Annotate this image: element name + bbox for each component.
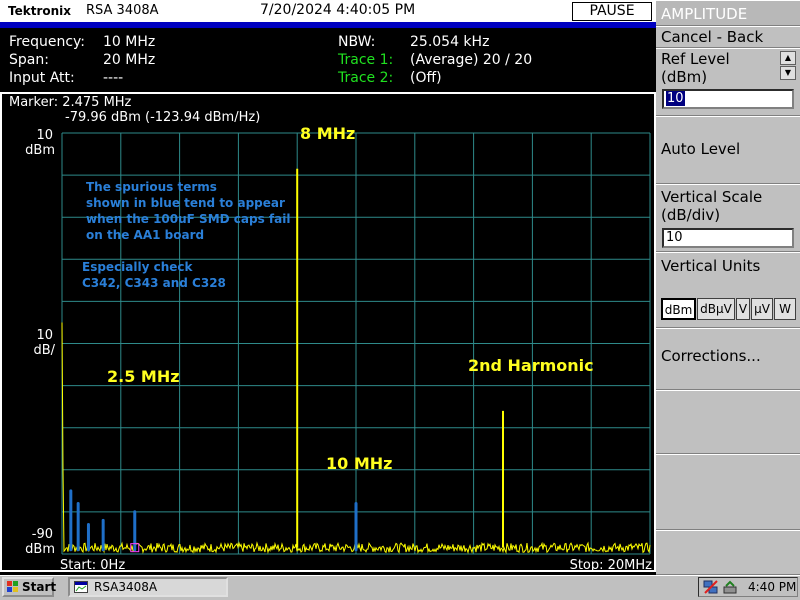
unit-dbm-button[interactable]: dBm (661, 298, 696, 320)
corrections-button[interactable]: Corrections... (656, 328, 800, 390)
check-line-1: Especially check (82, 260, 194, 274)
unit-uv-button[interactable]: µV (751, 298, 773, 320)
note-line-4: on the AA1 board (86, 228, 204, 242)
cancel-back-button[interactable]: Cancel - Back (656, 26, 800, 48)
start-label: Start (22, 580, 57, 594)
bottom-level-value: -90 (32, 527, 53, 542)
ref-level-title: Ref Level (661, 50, 730, 68)
corrections-label: Corrections... (661, 347, 761, 365)
menu-header: AMPLITUDE (656, 0, 800, 26)
task-label: RSA3408A (94, 580, 158, 594)
empty-softkey-1[interactable] (656, 390, 800, 454)
ref-level-input[interactable]: 10 (662, 89, 794, 109)
menu-header-label: AMPLITUDE (661, 5, 748, 23)
marker-readout-frequency: Marker: 2.475 MHz (9, 95, 132, 110)
vertical-scale-title: Vertical Scale (661, 188, 763, 206)
start-frequency: Start: 0Hz (60, 558, 125, 573)
ref-level-up-button[interactable]: ▲ (780, 51, 796, 65)
annotation-8mhz: 8 MHz (300, 124, 355, 143)
ref-level-unit-label: (dBm) (661, 68, 708, 86)
vertical-units-title: Vertical Units (661, 257, 761, 275)
empty-softkey-2[interactable] (656, 454, 800, 530)
unit-w-button[interactable]: W (774, 298, 796, 320)
auto-level-label: Auto Level (661, 140, 741, 158)
network-icon[interactable] (703, 579, 719, 595)
ref-level-down-button[interactable]: ▼ (780, 66, 796, 80)
vertical-scale-unit-label: (dB/div) (661, 206, 721, 224)
amplitude-menu: AMPLITUDE Cancel - Back Ref Level (dBm) … (656, 0, 800, 575)
ref-level-value: 10 (36, 128, 53, 143)
marker-readout-level: -79.96 dBm (-123.94 dBm/Hz) (65, 110, 260, 125)
bottom-level-unit: dBm (25, 542, 55, 557)
spectrum-plot: Marker: 2.475 MHz -79.96 dBm (-123.94 dB… (9, 95, 653, 573)
vertical-scale-panel[interactable]: Vertical Scale (dB/div) 10 (656, 184, 800, 252)
note-line-1: The spurious terms (86, 180, 217, 194)
app-window-icon (74, 581, 88, 593)
unit-dbuv-button[interactable]: dBµV (697, 298, 735, 320)
note-line-3: when the 100uF SMD caps fail (86, 212, 290, 226)
auto-level-button[interactable]: Auto Level (656, 116, 800, 184)
ref-level-panel[interactable]: Ref Level (dBm) 10 (656, 48, 800, 116)
start-button[interactable]: Start (2, 577, 57, 597)
taskbar-clock: 4:40 PM (748, 580, 797, 594)
cancel-back-label: Cancel - Back (661, 28, 764, 46)
vertical-scale-input[interactable]: 10 (662, 228, 794, 248)
ref-level-input-value: 10 (666, 91, 685, 106)
windows-logo-icon (7, 581, 19, 593)
empty-softkey-3[interactable] (656, 530, 800, 575)
stop-frequency: Stop: 20MHz (570, 558, 653, 573)
note-line-2: shown in blue tend to appear (86, 196, 285, 210)
taskbar-app-rsa3408a[interactable]: RSA3408A (68, 577, 228, 597)
connection-icon[interactable] (722, 579, 740, 595)
annotation-10mhz: 10 MHz (326, 454, 392, 473)
annotation-2-5mhz: 2.5 MHz (107, 367, 180, 386)
spur-layer (69, 489, 358, 552)
scale-unit: dB/ (33, 343, 55, 358)
ref-level-unit: dBm (25, 143, 55, 158)
unit-v-button[interactable]: V (736, 298, 750, 320)
annotation-2nd-harmonic: 2nd Harmonic (468, 356, 594, 375)
check-line-2: C342, C343 and C328 (82, 276, 226, 290)
scale-value: 10 (36, 328, 53, 343)
